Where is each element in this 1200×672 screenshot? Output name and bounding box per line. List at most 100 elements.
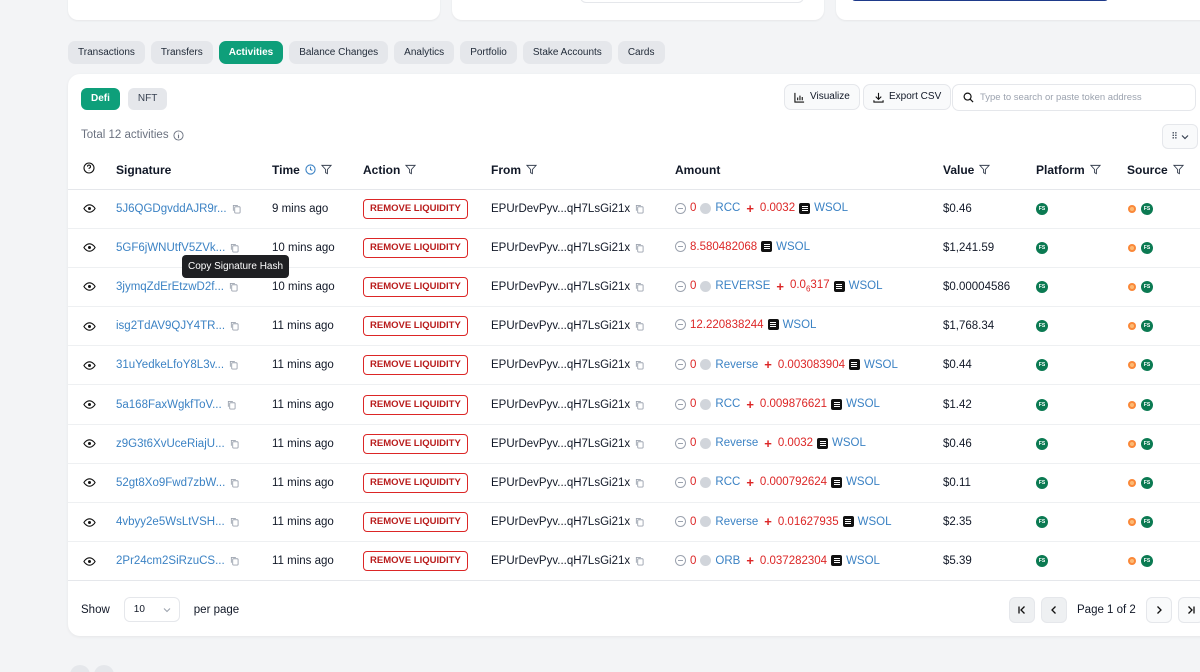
tab-transactions[interactable]: Transactions [68,41,145,64]
token-b-link[interactable]: WSOL [814,202,848,214]
platform-logo-icon[interactable]: FS [1036,320,1048,333]
signature-link[interactable]: 4vbyy2e5WsLtVSH... [116,516,225,528]
token-b-link[interactable]: WSOL [832,437,866,449]
source-logo-icon[interactable]: FS [1141,359,1153,372]
from-address[interactable]: EPUrDevPyv...qH7LsGi21x [491,203,630,215]
from-address[interactable]: EPUrDevPyv...qH7LsGi21x [491,242,630,254]
view-details-icon[interactable] [83,202,116,215]
platform-logo-icon[interactable]: FS [1036,241,1048,254]
view-details-icon[interactable] [83,398,116,411]
source-flame-icon[interactable] [1127,477,1141,489]
from-address[interactable]: EPUrDevPyv...qH7LsGi21x [491,281,630,293]
tab-analytics[interactable]: Analytics [394,41,455,64]
signature-link[interactable]: 5J6QGDgvddAJR9r... [116,203,227,215]
token-b-link[interactable]: WSOL [776,241,810,253]
source-logo-icon[interactable]: FS [1141,437,1153,450]
source-flame-icon[interactable] [1127,399,1141,411]
source-flame-icon[interactable] [1127,281,1141,293]
from-address[interactable]: EPUrDevPyv...qH7LsGi21x [491,438,630,450]
token-a-link[interactable]: RCC [715,476,740,488]
platform-logo-icon[interactable]: FS [1036,398,1048,411]
filter-icon[interactable] [320,164,332,175]
copy-icon[interactable] [635,478,644,488]
filter-icon[interactable] [1089,164,1101,175]
platform-logo-icon[interactable]: FS [1036,202,1048,215]
copy-icon[interactable] [232,204,241,214]
source-logo-icon[interactable]: FS [1141,280,1153,293]
source-flame-icon[interactable] [1127,320,1141,332]
token-a-link[interactable]: RCC [715,202,740,214]
platform-logo-icon[interactable]: FS [1036,280,1048,293]
copy-icon[interactable] [230,517,239,527]
copy-icon[interactable] [230,439,239,449]
token-a-link[interactable]: REVERSE [715,280,770,292]
platform-logo-icon[interactable]: FS [1036,359,1048,372]
view-details-icon[interactable] [83,555,116,568]
platform-logo-icon[interactable]: FS [1036,437,1048,450]
from-address[interactable]: EPUrDevPyv...qH7LsGi21x [491,320,630,332]
from-address[interactable]: EPUrDevPyv...qH7LsGi21x [491,516,630,528]
token-a-link[interactable]: RCC [715,398,740,410]
source-logo-icon[interactable]: FS [1141,398,1153,411]
last-page-button[interactable] [1177,597,1200,623]
signature-link[interactable]: 2Pr24cm2SiRzuCS... [116,555,225,567]
view-details-icon[interactable] [83,320,116,333]
token-a-link[interactable]: ORB [715,555,740,567]
source-flame-icon[interactable] [1127,203,1141,215]
token-b-link[interactable]: WSOL [846,476,880,488]
prev-page-button[interactable] [1041,597,1067,623]
clock-icon[interactable] [305,164,316,175]
signature-link[interactable]: 3jymqZdErEtzwD2f... [116,281,224,293]
filter-icon[interactable] [526,164,537,175]
signature-link[interactable]: 52gt8Xo9Fwd7zbW... [116,477,225,489]
token-a-link[interactable]: Reverse [715,516,758,528]
copy-icon[interactable] [230,478,239,488]
filter-icon[interactable] [1172,164,1184,175]
first-page-button[interactable] [1009,597,1035,623]
signature-link[interactable]: z9G3t6XvUceRiajU... [116,438,225,450]
token-a-link[interactable]: Reverse [715,437,758,449]
source-flame-icon[interactable] [1127,555,1141,567]
token-b-link[interactable]: WSOL [864,359,898,371]
view-details-icon[interactable] [83,241,116,254]
search-input[interactable] [980,92,1180,103]
footer-button[interactable] [70,665,90,672]
signature-link[interactable]: 5a168FaxWgkfToV... [116,399,222,411]
copy-icon[interactable] [635,360,644,370]
source-flame-icon[interactable] [1127,438,1141,450]
copy-icon[interactable] [635,243,644,253]
from-address[interactable]: EPUrDevPyv...qH7LsGi21x [491,477,630,489]
from-address[interactable]: EPUrDevPyv...qH7LsGi21x [491,359,630,371]
token-a-link[interactable]: Reverse [715,359,758,371]
visualize-button[interactable]: Visualize [784,84,860,110]
copy-icon[interactable] [230,243,239,253]
filter-icon[interactable] [979,164,991,175]
copy-icon[interactable] [230,556,239,566]
tab-portfolio[interactable]: Portfolio [460,41,517,64]
copy-icon[interactable] [635,517,644,527]
platform-logo-icon[interactable]: FS [1036,516,1048,529]
copy-icon[interactable] [230,321,239,331]
tab-transfers[interactable]: Transfers [150,41,213,64]
source-flame-icon[interactable] [1127,242,1141,254]
token-b-link[interactable]: WSOL [846,555,880,567]
view-details-icon[interactable] [83,516,116,529]
next-page-button[interactable] [1145,597,1172,623]
platform-logo-icon[interactable]: FS [1036,476,1048,489]
signature-link[interactable]: 31uYedkeLfoY8L3v... [116,359,224,371]
filter-icon[interactable] [405,164,417,175]
token-b-link[interactable]: WSOL [783,319,817,331]
token-b-link[interactable]: WSOL [849,280,883,292]
copy-icon[interactable] [635,556,644,566]
view-details-icon[interactable] [83,437,116,450]
subtab-defi[interactable]: Defi [81,88,120,110]
source-logo-icon[interactable]: FS [1141,476,1153,489]
copy-icon[interactable] [227,400,236,410]
token-b-link[interactable]: WSOL [858,516,892,528]
source-logo-icon[interactable]: FS [1141,555,1153,568]
column-settings-button[interactable]: ⠿ [1162,124,1198,149]
view-details-icon[interactable] [83,280,116,293]
source-logo-icon[interactable]: FS [1141,320,1153,333]
source-logo-icon[interactable]: FS [1141,241,1153,254]
signature-link[interactable]: 5GF6jWNUtfV5ZVk... [116,242,225,254]
